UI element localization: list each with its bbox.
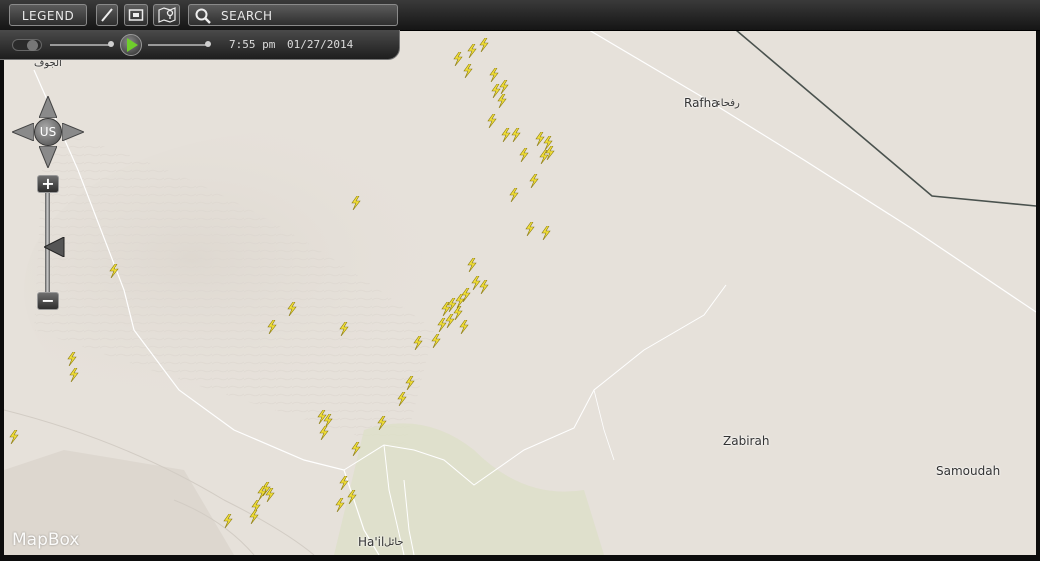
- lightning-strike-icon[interactable]: [462, 64, 474, 78]
- lightning-strike-icon[interactable]: [498, 80, 510, 94]
- lightning-strike-icon[interactable]: [466, 44, 478, 58]
- lightning-strike-icon[interactable]: [538, 150, 550, 164]
- zoom-slider: + −: [34, 173, 65, 318]
- search-label: SEARCH: [221, 9, 273, 23]
- lightning-strike-icon[interactable]: [68, 368, 80, 382]
- lightning-strike-icon[interactable]: [334, 498, 346, 512]
- current-time: 7:55 pm: [229, 38, 276, 51]
- zoom-handle[interactable]: [44, 237, 66, 257]
- time-slider-handle-left[interactable]: [108, 41, 114, 47]
- search-icon: [195, 8, 211, 24]
- legend-button[interactable]: LEGEND: [9, 4, 87, 26]
- lightning-strike-icon[interactable]: [478, 280, 490, 294]
- lightning-strike-icon[interactable]: [222, 514, 234, 528]
- lightning-strike-icon[interactable]: [478, 38, 490, 52]
- lightning-strike-icon[interactable]: [338, 476, 350, 490]
- lightning-strike-icon[interactable]: [404, 376, 416, 390]
- lightning-strike-icon[interactable]: [108, 264, 120, 278]
- current-date: 01/27/2014: [287, 38, 354, 51]
- pan-left-icon[interactable]: [12, 123, 34, 141]
- lightning-strike-icon[interactable]: [466, 258, 478, 272]
- lightning-strike-icon[interactable]: [430, 334, 442, 348]
- draw-button[interactable]: [96, 4, 118, 26]
- pencil-icon: [101, 8, 113, 22]
- city-label-rafha: Rafha: [684, 96, 719, 110]
- layers-icon: [128, 9, 144, 21]
- time-slider-track-right[interactable]: [148, 44, 208, 46]
- lightning-strike-icon[interactable]: [524, 222, 536, 236]
- lightning-strike-icon[interactable]: [518, 148, 530, 162]
- lightning-strike-icon[interactable]: [528, 174, 540, 188]
- lightning-strike-icon[interactable]: [376, 416, 388, 430]
- lightning-strike-icon[interactable]: [266, 320, 278, 334]
- lightning-strike-icon[interactable]: [318, 426, 330, 440]
- top-toolbar: LEGEND SEARCH: [0, 0, 1040, 31]
- zoom-out-button[interactable]: −: [37, 292, 59, 310]
- lightning-strike-icon[interactable]: [458, 320, 470, 334]
- map-pin-icon: [157, 7, 176, 23]
- time-slider-handle-right[interactable]: [205, 41, 211, 47]
- play-button[interactable]: [120, 34, 142, 56]
- map-attribution[interactable]: MapBox: [12, 530, 79, 550]
- pan-right-icon[interactable]: [62, 123, 84, 141]
- time-slider-track-left[interactable]: [50, 44, 112, 46]
- lightning-strike-icon[interactable]: [286, 302, 298, 316]
- time-playback-bar: 7:55 pm 01/27/2014: [0, 30, 400, 60]
- weather-map-app: Rafha رفحاء الجوف Zabirah Samoudah Ha'il…: [0, 0, 1040, 561]
- lightning-strike-icon[interactable]: [338, 322, 350, 336]
- pan-down-icon[interactable]: [39, 146, 57, 168]
- lightning-strike-icon[interactable]: [496, 94, 508, 108]
- city-label-hail: Ha'il: [358, 535, 385, 549]
- lightning-strike-icon[interactable]: [346, 490, 358, 504]
- lightning-strike-icon[interactable]: [396, 392, 408, 406]
- city-label-samoudah: Samoudah: [936, 464, 1001, 478]
- pan-center-button[interactable]: US: [34, 118, 62, 146]
- lightning-strike-icon[interactable]: [264, 488, 276, 502]
- map-viewport[interactable]: Rafha رفحاء الجوف Zabirah Samoudah Ha'il…: [4, 30, 1036, 555]
- lightning-strike-icon[interactable]: [66, 352, 78, 366]
- lightning-strike-icon[interactable]: [486, 114, 498, 128]
- layers-button[interactable]: [124, 4, 148, 26]
- locate-button[interactable]: [153, 4, 180, 26]
- city-label-hail-arabic: حائل: [384, 537, 404, 548]
- lightning-strike-icon[interactable]: [510, 128, 522, 142]
- map-basemap: [4, 30, 1036, 555]
- lightning-strike-icon[interactable]: [248, 510, 260, 524]
- zoom-in-button[interactable]: +: [37, 175, 59, 193]
- lightning-strike-icon[interactable]: [350, 196, 362, 210]
- lightning-strike-icon[interactable]: [508, 188, 520, 202]
- city-label-rafha-arabic: رفحاء: [716, 98, 740, 109]
- lightning-strike-icon[interactable]: [540, 226, 552, 240]
- speed-toggle[interactable]: [12, 39, 42, 51]
- pan-control: US: [12, 96, 84, 168]
- pan-up-icon[interactable]: [39, 96, 57, 118]
- lightning-strike-icon[interactable]: [8, 430, 20, 444]
- city-label-zabirah: Zabirah: [723, 434, 770, 448]
- lightning-strike-icon[interactable]: [350, 442, 362, 456]
- search-box[interactable]: SEARCH: [188, 4, 398, 26]
- play-icon: [127, 38, 138, 52]
- lightning-strike-icon[interactable]: [436, 318, 448, 332]
- lightning-strike-icon[interactable]: [412, 336, 424, 350]
